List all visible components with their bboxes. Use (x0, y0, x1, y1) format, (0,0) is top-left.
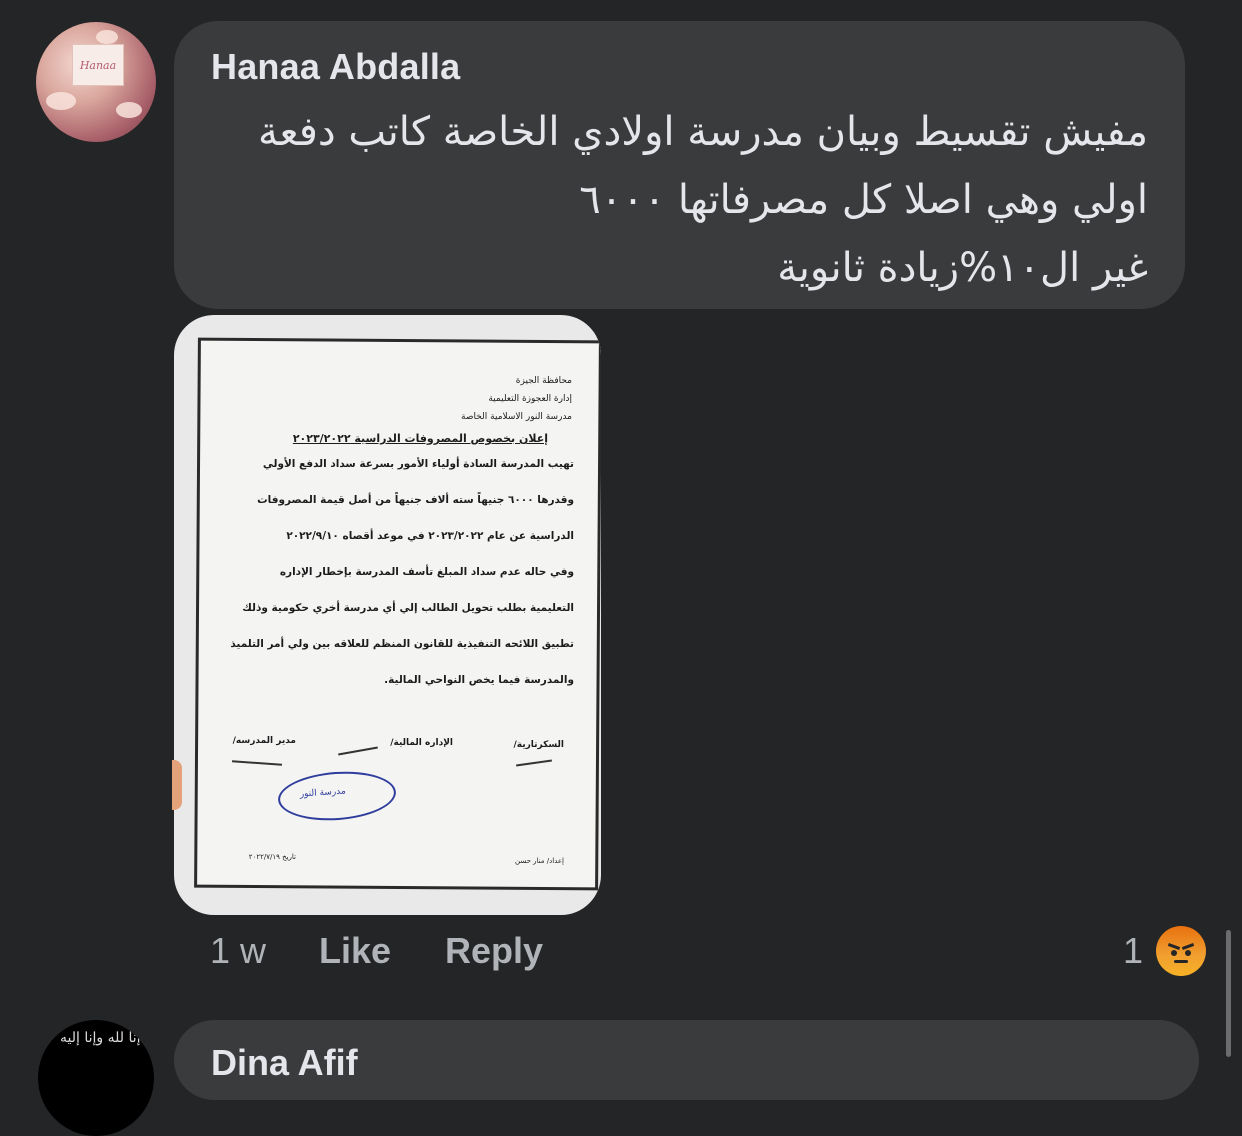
finger-in-photo (172, 760, 182, 810)
scrollbar[interactable] (1226, 930, 1231, 1057)
like-button[interactable]: Like (319, 930, 391, 972)
document-header-line: إدارة العجوزة التعليمية (488, 394, 572, 404)
document-body-line: وفي حاله عدم سداد المبلغ تأسف المدرسة بإ… (279, 566, 574, 578)
document-title: إعلان بخصوص المصروفات الدراسية ٢٠٢٣/٢٠٢٢ (292, 432, 548, 445)
reaction-count[interactable]: 1 (1123, 930, 1143, 972)
stamp-text: مدرسة النور (299, 786, 347, 800)
comment-text: مفيش تقسيط وبيان مدرسة اولادي الخاصة كات… (205, 98, 1148, 302)
avatar-decoration (116, 102, 142, 118)
document-body-line: تهيب المدرسة السادة أولياء الأمور بسرعة … (262, 458, 574, 470)
document-prepared-by: إعداد/ منار حسن (515, 857, 564, 865)
comment-text-line: مفيش تقسيط وبيان مدرسة اولادي الخاصة كات… (258, 109, 1148, 155)
comment-text-line: غير ال١٠%زيادة ثانوية (777, 245, 1148, 291)
reply-button[interactable]: Reply (445, 930, 543, 972)
next-comment-author-name[interactable]: Dina Afif (211, 1042, 358, 1084)
comment-author-name[interactable]: Hanaa Abdalla (211, 46, 460, 88)
document-date: تاريخ ٢٠٢٢/٧/١٩ (248, 853, 296, 861)
document-body-line: تطبيق اللائحه التنفيذية للقانون المنظم ل… (230, 638, 574, 650)
signature-secretary-label: السكرتارية/ (513, 740, 564, 750)
angry-mouth (1174, 960, 1188, 963)
document-header-line: محافظة الجيزة (515, 376, 572, 386)
document-body-line: والمدرسة فيما يخص النواحي المالية. (384, 674, 574, 686)
avatar-decoration (96, 30, 118, 44)
next-avatar-text: إنا لله وإنا إليه (60, 1030, 141, 1046)
angry-reaction-icon[interactable] (1156, 926, 1206, 976)
document-content: محافظة الجيزة إدارة العجوزة التعليمية مد… (198, 340, 588, 900)
angry-brow (1167, 943, 1181, 950)
document-body-line: التعليمية بطلب تحويل الطالب إلي أي مدرسة… (242, 602, 574, 614)
avatar-decoration (46, 92, 76, 110)
comment-timestamp[interactable]: 1 w (210, 930, 266, 972)
angry-eye (1185, 950, 1191, 956)
document-body-line: وقدرها ٦٠٠٠ جنيهاً سته ألاف جنيهاً من أص… (257, 494, 574, 506)
comment-text-line: اولي وهي اصلا كل مصرفاتها ٦٠٠٠ (579, 177, 1148, 223)
signature-finance-label: الإداره المالية/ (390, 738, 453, 748)
avatar-label: Hanaa (72, 44, 124, 86)
signature-director-label: مدير المدرسه/ (232, 736, 296, 746)
next-author-avatar[interactable]: إنا لله وإنا إليه (38, 1020, 154, 1136)
document-header-line: مدرسة النور الاسلامية الخاصة (461, 412, 572, 422)
angry-brow (1181, 943, 1195, 950)
angry-eye (1171, 950, 1177, 956)
author-avatar[interactable]: Hanaa (36, 22, 156, 142)
document-body-line: الدراسية عن عام ٢٠٢٣/٢٠٢٢ في موعد أقصاه … (286, 530, 574, 542)
